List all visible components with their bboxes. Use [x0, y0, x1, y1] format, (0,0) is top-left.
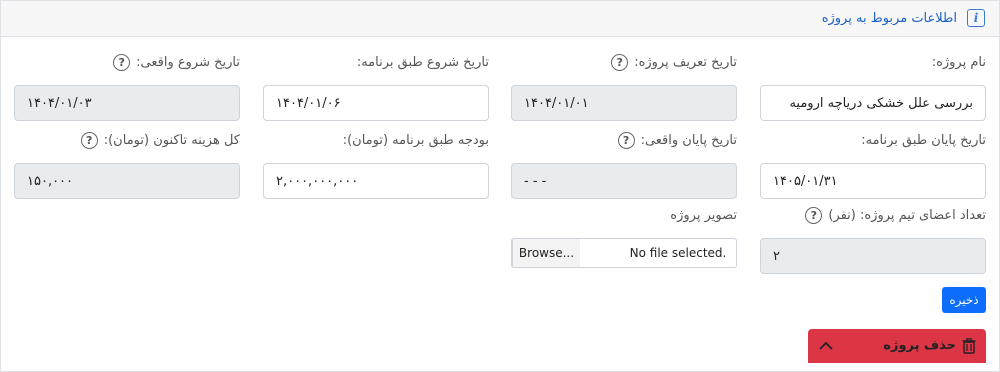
field-team-count: تعداد اعضای تیم پروژه: (نفر) ? ۲ — [760, 204, 986, 274]
definition-date-label: تاریخ تعریف پروژه: — [634, 54, 737, 70]
definition-date-input: ۱۴۰۴/۰۱/۰۱ — [511, 85, 737, 121]
delete-project-bar[interactable]: حذف پروژه — [808, 329, 986, 363]
actual-end-input: - - - — [511, 163, 737, 199]
project-image-file-input[interactable]: Browse... No file selected. — [511, 238, 737, 268]
actual-start-input: ۱۴۰۴/۰۱/۰۳ — [14, 85, 240, 121]
total-cost-input: ۱۵۰,۰۰۰ — [14, 163, 240, 199]
trash-icon — [962, 338, 976, 354]
planned-end-input[interactable]: ۱۴۰۵/۰۱/۳۱ — [760, 163, 986, 199]
actual-end-label: تاریخ پایان واقعی: — [640, 132, 737, 148]
chevron-up-icon[interactable] — [818, 338, 834, 354]
planned-end-label: تاریخ پایان طبق برنامه: — [861, 132, 986, 148]
team-count-input: ۲ — [760, 238, 986, 274]
field-definition-date: تاریخ تعریف پروژه: ? ۱۴۰۴/۰۱/۰۱ — [511, 51, 737, 121]
field-total-cost: کل هزینه تاکنون (تومان): ? ۱۵۰,۰۰۰ — [14, 129, 240, 199]
actual-start-label: تاریخ شروع واقعی: — [136, 54, 240, 70]
help-icon[interactable]: ? — [611, 53, 629, 71]
planned-start-input[interactable]: ۱۴۰۴/۰۱/۰۶ — [263, 85, 489, 121]
planned-budget-input[interactable]: ۲,۰۰۰,۰۰۰,۰۰۰ — [263, 163, 489, 199]
card-header: i اطلاعات مربوط به پروژه — [1, 1, 999, 37]
delete-project-label: حذف پروژه — [883, 338, 956, 353]
no-file-text: No file selected. — [629, 246, 727, 260]
field-planned-budget: بودجه طبق برنامه (تومان): ۲,۰۰۰,۰۰۰,۰۰۰ — [263, 129, 489, 199]
project-name-input[interactable]: بررسی علل خشکی دریاچه ارومیه — [760, 85, 986, 121]
field-project-image: تصویر پروژه Browse... No file selected. — [511, 204, 737, 268]
help-icon[interactable]: ? — [617, 131, 635, 149]
total-cost-label: کل هزینه تاکنون (تومان): — [103, 132, 240, 148]
help-icon[interactable]: ? — [113, 53, 131, 71]
info-icon: i — [967, 9, 985, 27]
planned-budget-label: بودجه طبق برنامه (تومان): — [342, 132, 489, 148]
field-planned-start: تاریخ شروع طبق برنامه: ۱۴۰۴/۰۱/۰۶ — [263, 51, 489, 121]
project-info-card: i اطلاعات مربوط به پروژه نام پروژه: بررس… — [0, 0, 1000, 372]
card-title: اطلاعات مربوط به پروژه — [821, 10, 957, 26]
planned-start-label: تاریخ شروع طبق برنامه: — [356, 54, 489, 70]
help-icon[interactable]: ? — [805, 206, 823, 224]
project-name-label: نام پروژه: — [931, 54, 986, 70]
project-image-label: تصویر پروژه — [670, 207, 737, 223]
field-actual-end: تاریخ پایان واقعی: ? - - - — [511, 129, 737, 199]
team-count-label: تعداد اعضای تیم پروژه: (نفر) — [828, 207, 986, 223]
field-actual-start: تاریخ شروع واقعی: ? ۱۴۰۴/۰۱/۰۳ — [14, 51, 240, 121]
browse-button[interactable]: Browse... — [512, 239, 580, 267]
help-icon[interactable]: ? — [80, 131, 98, 149]
save-button[interactable]: ذخیره — [942, 287, 986, 313]
field-planned-end: تاریخ پایان طبق برنامه: ۱۴۰۵/۰۱/۳۱ — [760, 129, 986, 199]
field-project-name: نام پروژه: بررسی علل خشکی دریاچه ارومیه — [760, 51, 986, 121]
